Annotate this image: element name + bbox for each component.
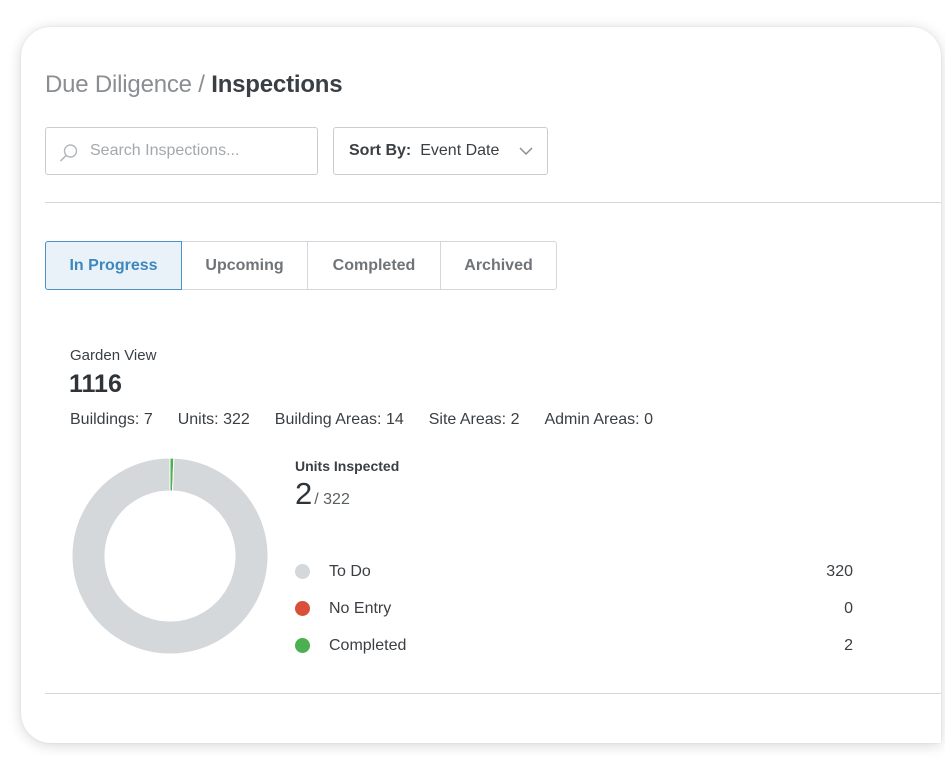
legend-item-to-do: To Do 320 [295, 553, 853, 590]
breadcrumb-separator: / [198, 71, 205, 98]
chevron-down-icon [519, 147, 533, 156]
property-code[interactable]: 1116 [69, 370, 122, 399]
units-donut-chart [71, 457, 269, 655]
legend-dot [295, 638, 310, 653]
donut-slice-to-do [71, 457, 269, 655]
stat-building-areas: Building Areas: 14 [274, 411, 404, 428]
divider [45, 202, 941, 203]
legend-value: 320 [826, 562, 853, 580]
sort-by-label: Sort By: [349, 142, 412, 159]
stat-admin-areas: Admin Areas: 0 [544, 411, 653, 428]
legend-value: 0 [844, 599, 853, 617]
donut-legend: To Do 320 No Entry 0 Completed 2 [295, 553, 853, 664]
breadcrumb-parent[interactable]: Due Diligence [45, 71, 192, 98]
status-tabs: In Progress Upcoming Completed Archived [45, 241, 557, 290]
stat-buildings: Buildings: 7 [70, 411, 153, 428]
legend-label: No Entry [329, 599, 392, 617]
legend-item-completed: Completed 2 [295, 627, 853, 664]
legend-dot [295, 564, 310, 579]
stat-units: Units: 322 [177, 411, 250, 428]
tab-upcoming[interactable]: Upcoming [182, 242, 308, 289]
tab-archived[interactable]: Archived [441, 242, 556, 289]
search-icon [60, 144, 78, 162]
divider [45, 693, 941, 694]
tab-completed[interactable]: Completed [308, 242, 441, 289]
legend-label: To Do [329, 562, 371, 580]
page-title: Inspections [211, 71, 343, 98]
legend-value: 2 [844, 636, 853, 654]
units-inspected-label: Units Inspected [295, 458, 400, 474]
inspected-count-value: 2 [295, 476, 313, 511]
property-name: Garden View [70, 347, 157, 364]
search-box [45, 127, 318, 175]
inspections-card: Due Diligence / Inspections Sort By: Eve… [21, 27, 941, 743]
inspected-count-total: / 322 [314, 491, 350, 508]
tab-in-progress[interactable]: In Progress [45, 241, 182, 290]
stat-site-areas: Site Areas: 2 [428, 411, 520, 428]
legend-item-no-entry: No Entry 0 [295, 590, 853, 627]
property-stats: Buildings: 7 Units: 322 Building Areas: … [70, 411, 678, 429]
sort-by-value: Event Date [420, 142, 500, 159]
units-inspected-count: 2/ 322 [295, 476, 350, 512]
legend-dot [295, 601, 310, 616]
search-input[interactable] [90, 128, 310, 174]
legend-label: Completed [329, 636, 407, 654]
sort-by-select[interactable]: Sort By: Event Date [333, 127, 548, 175]
breadcrumb: Due Diligence / Inspections [45, 69, 343, 101]
